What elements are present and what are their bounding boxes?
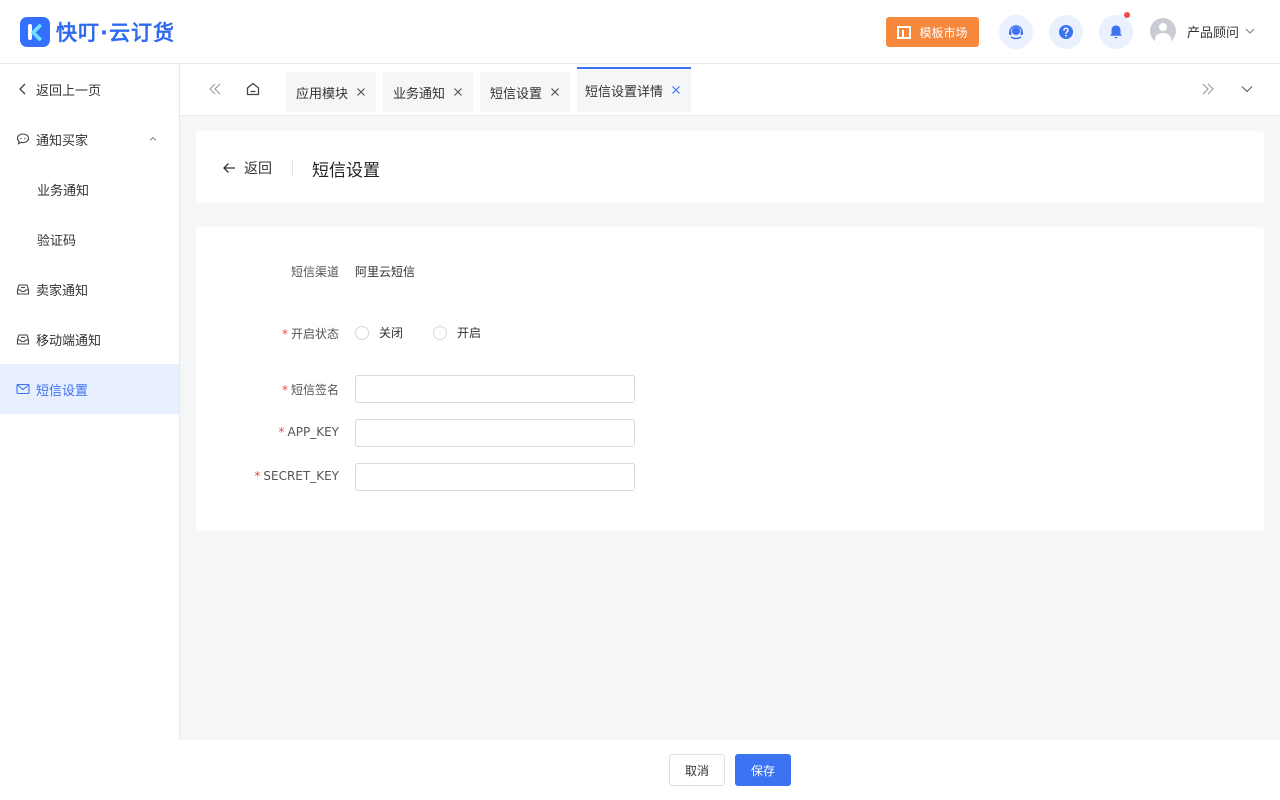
unread-dot — [1124, 12, 1130, 18]
close-icon[interactable] — [452, 86, 464, 98]
bell-icon — [1110, 25, 1122, 39]
page-header-card: 返回 短信设置 — [196, 131, 1264, 203]
radio-label: 开启 — [457, 326, 482, 340]
headset-icon — [1009, 25, 1023, 40]
user-name: 产品顾问 — [1187, 25, 1240, 41]
app-title: 快叮·云订货 — [56, 21, 175, 45]
app-key-input[interactable] — [355, 419, 635, 447]
footer-bar: 取消 保存 — [0, 740, 1280, 800]
radio-circle — [433, 325, 447, 340]
tabs-bar: 应用模块 业务通知 短信设置 短信设置详情 — [180, 64, 1280, 116]
signature-label: * 短信签名 — [281, 383, 339, 397]
top-header: 快叮·云订货 模板市场 产品顾问 — [0, 0, 1280, 64]
status-radio-off[interactable]: 关闭 — [355, 324, 403, 341]
app-key-label: * APP_KEY — [278, 425, 339, 439]
cancel-button[interactable]: 取消 — [669, 754, 725, 786]
tab-label: 短信设置 — [490, 86, 543, 102]
inbox-icon — [16, 284, 30, 295]
tab-label: 应用模块 — [296, 86, 349, 102]
customer-service-button[interactable] — [999, 15, 1033, 49]
mail-icon — [16, 383, 30, 395]
page-title: 短信设置 — [312, 161, 380, 181]
chevron-left-icon — [19, 83, 26, 95]
tab-label: 短信设置详情 — [585, 85, 664, 100]
required-mark: * — [254, 469, 261, 483]
inbox-icon — [16, 334, 30, 345]
back-button[interactable]: 返回 — [222, 158, 272, 178]
radio-circle — [355, 325, 369, 340]
sidebar-item-label: 移动端通知 — [36, 333, 102, 349]
close-icon[interactable] — [549, 86, 561, 98]
user-menu[interactable]: 产品顾问 — [1150, 18, 1255, 44]
avatar — [1150, 18, 1176, 44]
required-mark: * — [281, 327, 288, 341]
question-icon — [1059, 25, 1073, 39]
template-market-button[interactable]: 模板市场 — [886, 17, 979, 47]
sidebar-item-sms-settings[interactable]: 短信设置 — [0, 364, 179, 414]
app-logo[interactable]: 快叮·云订货 — [20, 17, 175, 47]
logo-icon — [20, 17, 50, 47]
channel-label: 短信渠道 — [290, 265, 339, 279]
channel-value: 阿里云短信 — [355, 265, 416, 279]
double-chevron-right-icon[interactable] — [1200, 81, 1216, 97]
tab-label: 业务通知 — [393, 86, 446, 102]
status-label: * 开启状态 — [281, 327, 339, 341]
template-market-label: 模板市场 — [919, 25, 968, 40]
form-card: 短信渠道 阿里云短信 * 开启状态 关闭 开启 * 短信签名 * APP_KEY * S… — [196, 227, 1264, 531]
close-icon[interactable] — [670, 84, 682, 96]
home-icon[interactable] — [245, 81, 261, 97]
sidebar-item-label: 业务通知 — [37, 183, 90, 199]
sidebar-item-mobile-notify[interactable]: 移动端通知 — [0, 314, 179, 364]
sidebar-item-business-notify[interactable]: 业务通知 — [0, 164, 179, 214]
back-label: 返回 — [244, 161, 272, 177]
sidebar: 返回上一页 通知买家 业务通知 验证码 卖家通知 移动端通知 短信设置 — [0, 64, 180, 740]
notification-button[interactable] — [1099, 12, 1133, 49]
required-mark: * — [278, 425, 285, 439]
tab-app-module[interactable]: 应用模块 — [286, 72, 376, 112]
tab-sms-settings[interactable]: 短信设置 — [480, 72, 570, 112]
divider — [292, 159, 293, 175]
tab-sms-settings-detail[interactable]: 短信设置详情 — [577, 67, 691, 112]
arrow-left-icon — [223, 163, 235, 173]
radio-label: 关闭 — [379, 326, 404, 340]
sidebar-item-label: 卖家通知 — [36, 283, 89, 299]
chevron-down-icon — [1245, 28, 1255, 34]
required-mark: * — [281, 383, 288, 397]
sidebar-item-back[interactable]: 返回上一页 — [0, 64, 179, 114]
tab-business-notify[interactable]: 业务通知 — [383, 72, 473, 112]
close-icon[interactable] — [355, 86, 367, 98]
sidebar-item-label: 返回上一页 — [36, 83, 102, 99]
sidebar-item-label: 验证码 — [37, 233, 77, 249]
save-button[interactable]: 保存 — [735, 754, 791, 786]
status-radio-on[interactable]: 开启 — [433, 324, 481, 341]
secret-key-input[interactable] — [355, 463, 635, 491]
help-button[interactable] — [1049, 15, 1083, 49]
sidebar-item-label: 短信设置 — [36, 383, 89, 399]
chat-bubble-icon — [16, 133, 30, 145]
chevron-up-icon — [149, 136, 157, 141]
layout-icon — [897, 25, 912, 39]
chevron-down-icon[interactable] — [1239, 81, 1255, 97]
signature-input[interactable] — [355, 375, 635, 403]
sidebar-group-notify-buyer[interactable]: 通知买家 — [0, 114, 179, 164]
secret-key-label: * SECRET_KEY — [254, 469, 339, 483]
double-chevron-left-icon[interactable] — [207, 81, 223, 97]
sidebar-item-verify-code[interactable]: 验证码 — [0, 214, 179, 264]
sidebar-item-seller-notify[interactable]: 卖家通知 — [0, 264, 179, 314]
sidebar-item-label: 通知买家 — [36, 133, 89, 149]
